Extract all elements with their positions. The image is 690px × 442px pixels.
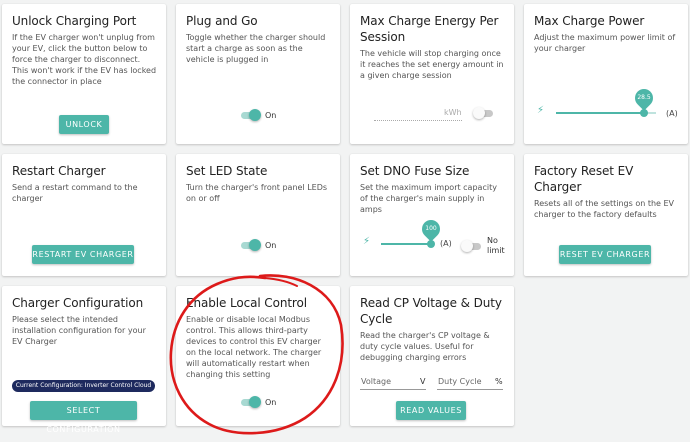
card-description: Resets all of the settings on the EV cha… (534, 199, 675, 219)
card-title: Read CP Voltage & Duty Cycle (360, 296, 502, 326)
card-max-charge-energy: Max Charge Energy Per Session The vehicl… (350, 4, 514, 144)
toggle-switch[interactable] (240, 396, 261, 408)
duty-cycle-field[interactable] (437, 389, 503, 390)
plug-and-go-toggle[interactable]: On (240, 109, 276, 121)
card-title: Factory Reset EV Charger (534, 164, 634, 194)
card-description: Set the maximum import capacity of the c… (360, 183, 497, 214)
reset-ev-charger-button[interactable]: RESET EV CHARGER (559, 245, 651, 264)
restart-ev-charger-button[interactable]: RESTART EV CHARGER (32, 245, 134, 264)
card-description: Read the charger's CP voltage & duty cyc… (360, 331, 490, 362)
amps-unit: (A) (440, 239, 452, 248)
read-values-button[interactable]: READ VALUES (396, 401, 466, 420)
card-title: Plug and Go (186, 14, 258, 28)
select-configuration-button[interactable]: SELECT CONFIGURATION (30, 401, 137, 434)
duty-cycle-unit: % (495, 377, 503, 386)
card-plug-and-go: Plug and Go Toggle whether the charger s… (176, 4, 340, 144)
card-description: Toggle whether the charger should start … (186, 33, 326, 64)
slider-value-bubble: 28.5 (631, 85, 657, 111)
card-max-charge-power: Max Charge Power Adjust the maximum powe… (524, 4, 688, 144)
slider-fill (556, 112, 644, 114)
voltage-field[interactable] (360, 389, 426, 390)
card-description: Send a restart command to the charger (12, 183, 138, 203)
toggle-switch[interactable] (473, 107, 494, 119)
card-unlock-charging-port: Unlock Charging Port If the EV charger w… (2, 4, 166, 144)
slider-value-bubble: 100 (418, 216, 444, 242)
voltage-label: Voltage (361, 377, 392, 386)
bolt-icon: ⚡︎ (537, 105, 545, 116)
card-description: If the EV charger won't unplug from your… (12, 33, 157, 86)
card-enable-local-control: Enable Local Control Enable or disable l… (176, 286, 340, 426)
card-read-cp-voltage: Read CP Voltage & Duty Cycle Read the ch… (350, 286, 514, 426)
card-set-led-state: Set LED State Turn the charger's front p… (176, 154, 340, 276)
amps-unit: (A) (666, 109, 678, 118)
local-control-toggle[interactable]: On (240, 396, 276, 408)
card-set-dno-fuse-size: Set DNO Fuse Size Set the maximum import… (350, 154, 514, 276)
card-description: Turn the charger's front panel LEDs on o… (186, 183, 328, 203)
unlock-button[interactable]: UNLOCK (59, 115, 109, 134)
max-power-slider[interactable]: 28.5 (556, 85, 657, 123)
toggle-switch[interactable] (461, 240, 482, 252)
card-title: Max Charge Energy Per Session (360, 14, 499, 44)
toggle-label: On (265, 110, 277, 120)
card-title: Set LED State (186, 164, 268, 178)
kwh-unit: kWh (444, 108, 462, 117)
card-title: Charger Configuration (12, 296, 144, 310)
slider-fill (381, 243, 433, 245)
card-title: Unlock Charging Port (12, 14, 137, 28)
card-title: Enable Local Control (186, 296, 307, 310)
current-configuration-chip: Current Configuration: Inverter Control … (12, 380, 155, 392)
toggle-switch[interactable] (240, 109, 261, 121)
toggle-label: On (265, 240, 277, 250)
toggle-label: On (265, 397, 277, 407)
led-state-toggle[interactable]: On (240, 239, 276, 251)
card-charger-configuration: Charger Configuration Please select the … (2, 286, 166, 434)
card-description: Enable or disable local Modbus control. … (186, 315, 322, 379)
voltage-unit: V (420, 377, 426, 386)
card-restart-charger: Restart Charger Send a restart command t… (2, 154, 166, 276)
card-description: The vehicle will stop charging once it r… (360, 49, 504, 80)
toggle-switch[interactable] (240, 239, 261, 251)
card-description: Please select the intended installation … (12, 315, 146, 346)
card-title: Set DNO Fuse Size (360, 164, 470, 178)
card-title: Restart Charger (12, 164, 106, 178)
card-description: Adjust the maximum power limit of your c… (534, 33, 676, 53)
toggle-label: No limit (487, 236, 505, 255)
no-limit-toggle[interactable]: No limit (461, 236, 509, 256)
energy-limit-toggle[interactable] (473, 107, 494, 119)
dno-fuse-slider[interactable]: 100 (381, 216, 444, 254)
duty-cycle-label: Duty Cycle (438, 377, 482, 386)
bolt-icon: ⚡︎ (363, 236, 371, 247)
card-factory-reset: Factory Reset EV Charger Resets all of t… (524, 154, 688, 276)
card-title: Max Charge Power (534, 14, 645, 28)
